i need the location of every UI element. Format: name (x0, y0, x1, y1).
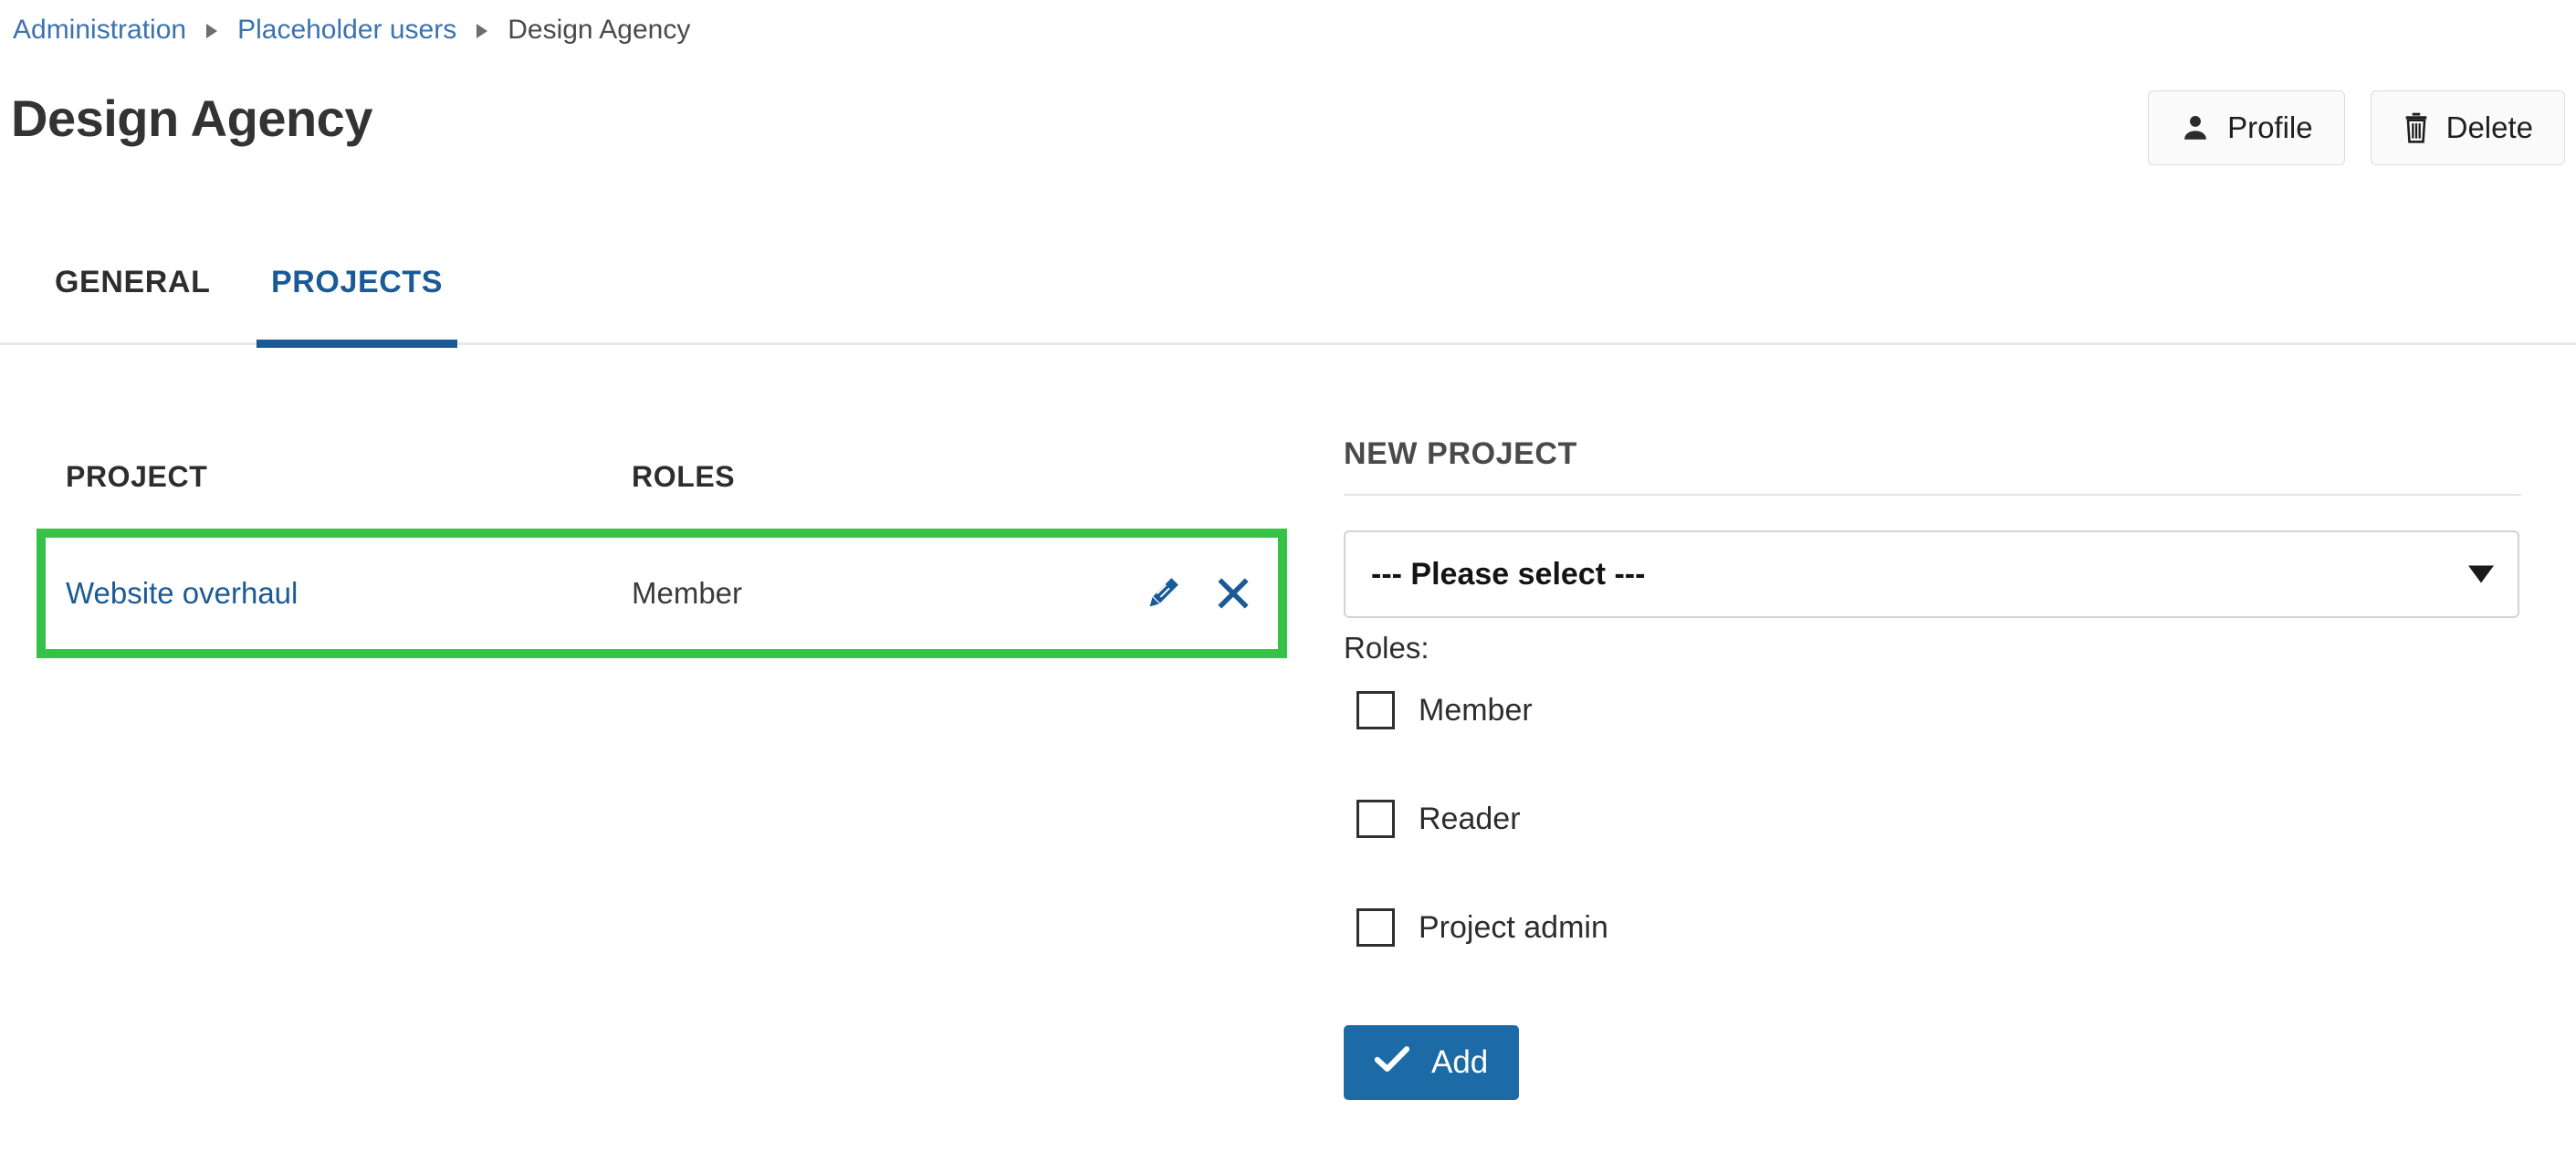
role-option-reader[interactable]: Reader (1344, 789, 2521, 849)
projects-table: PROJECT ROLES Website overhaul Member (37, 455, 1287, 658)
project-select[interactable]: --- Please select --- (1344, 530, 2519, 618)
profile-button[interactable]: Profile (2148, 90, 2345, 165)
column-header-roles: ROLES (632, 460, 736, 493)
roles-label: Roles: (1344, 631, 1429, 665)
project-link[interactable]: Website overhaul (66, 576, 298, 610)
role-label-member: Member (1419, 692, 1533, 728)
row-action-group (1088, 574, 1252, 613)
column-header-actions (1068, 455, 1278, 538)
user-icon (2180, 112, 2211, 143)
breadcrumb: Administration Placeholder users Design … (13, 16, 690, 44)
project-select-wrapper: --- Please select --- (1344, 530, 2521, 618)
checkbox-member[interactable] (1356, 691, 1395, 729)
pencil-icon (1145, 575, 1181, 612)
cell-project: Website overhaul (46, 538, 612, 649)
checkbox-reader[interactable] (1356, 800, 1395, 838)
new-project-panel: NEW PROJECT --- Please select --- Roles:… (1344, 436, 2521, 1100)
trash-icon (2403, 112, 2430, 143)
add-button-label: Add (1431, 1044, 1489, 1080)
new-project-title: NEW PROJECT (1344, 436, 2521, 496)
role-option-member[interactable]: Member (1344, 680, 2521, 740)
role-label-project-admin: Project admin (1419, 909, 1608, 945)
check-icon (1374, 1044, 1410, 1081)
column-header-project: PROJECT (66, 460, 208, 493)
delete-button-label: Delete (2445, 110, 2533, 144)
breadcrumb-item-placeholder-users[interactable]: Placeholder users (237, 16, 456, 44)
table-row[interactable]: Website overhaul Member (37, 529, 1287, 658)
checkbox-project-admin[interactable] (1356, 908, 1395, 947)
role-label-reader: Reader (1419, 801, 1521, 836)
add-button[interactable]: Add (1344, 1025, 1520, 1100)
role-option-project-admin[interactable]: Project admin (1344, 897, 2521, 958)
cell-actions (1068, 538, 1278, 649)
remove-row-button[interactable] (1214, 574, 1252, 613)
tab-projects[interactable]: PROJECTS (257, 265, 458, 348)
breadcrumb-item-current: Design Agency (508, 15, 691, 45)
breadcrumb-separator-icon (476, 24, 488, 38)
projects-table-body: Website overhaul Member (37, 529, 1287, 658)
page-title: Design Agency (11, 89, 372, 147)
edit-row-button[interactable] (1145, 575, 1181, 612)
breadcrumb-separator-icon (206, 24, 218, 38)
tab-general[interactable]: GENERAL (40, 265, 225, 345)
projects-table-container: PROJECT ROLES Website overhaul Member (0, 455, 1287, 658)
project-select-value: --- Please select --- (1371, 556, 1646, 592)
profile-button-label: Profile (2227, 110, 2313, 144)
table-header-row: PROJECT ROLES (46, 455, 1278, 538)
projects-table-head: PROJECT ROLES (46, 455, 1278, 538)
tab-bar: GENERAL PROJECTS (0, 265, 2576, 348)
breadcrumb-item-administration[interactable]: Administration (13, 16, 186, 44)
close-x-icon (1214, 574, 1252, 613)
cell-roles: Member (612, 538, 1068, 649)
header-actions: Profile Delete (2148, 90, 2565, 165)
roles-checkbox-list: Member Reader Project admin (1344, 680, 2521, 958)
delete-button[interactable]: Delete (2370, 90, 2565, 165)
